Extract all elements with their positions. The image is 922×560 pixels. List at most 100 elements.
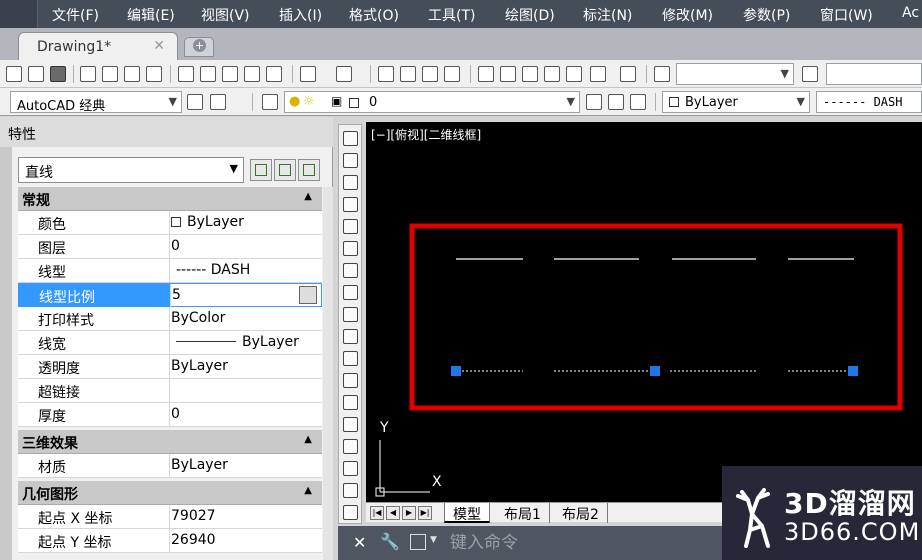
linetype-combo[interactable]: ------ DASH [816, 91, 922, 113]
ellipse-icon[interactable] [343, 329, 358, 344]
open-folder-icon[interactable] [28, 66, 44, 82]
section-general[interactable]: 常规 ▲ [18, 187, 322, 211]
chevron-down-icon[interactable]: ▼ [430, 535, 437, 545]
new-file-icon[interactable] [6, 66, 22, 82]
gear-icon[interactable] [187, 94, 203, 110]
sheet-set-icon[interactable] [544, 66, 560, 82]
properties-icon[interactable] [478, 66, 494, 82]
section-3d-effects[interactable]: 三维效果 ▲ [18, 430, 322, 454]
menu-tools[interactable]: 工具(T) [428, 5, 475, 25]
property-row-transparency[interactable]: 透明度 ByLayer [18, 355, 322, 379]
calculator-icon[interactable] [299, 286, 317, 304]
region-icon[interactable] [343, 483, 358, 498]
property-row-thickness[interactable]: 厚度 0 [18, 403, 322, 427]
command-input[interactable] [450, 531, 710, 555]
quick-select-button[interactable] [298, 159, 320, 181]
object-type-combo[interactable]: 直线 ▼ [18, 157, 244, 183]
help-icon[interactable] [620, 66, 636, 82]
ellipse-arc-icon[interactable] [343, 351, 358, 366]
menu-file[interactable]: 文件(F) [52, 5, 99, 25]
make-block-icon[interactable] [343, 395, 358, 410]
property-row-linetype-scale[interactable]: 线型比例 5 [18, 283, 322, 307]
circle-icon[interactable] [343, 263, 358, 278]
design-center-icon[interactable] [500, 66, 516, 82]
cut-icon[interactable] [178, 66, 194, 82]
text-style-icon[interactable] [654, 66, 670, 82]
next-tab-icon[interactable]: ▶ [402, 506, 416, 520]
property-row-start-x[interactable]: 起点 X 坐标 79027 [18, 505, 322, 529]
menu-dimension[interactable]: 标注(N) [583, 5, 632, 25]
text-style-combo[interactable]: ▼ [676, 63, 794, 85]
redo-icon[interactable] [336, 66, 352, 82]
zoom-previous-icon[interactable] [444, 66, 460, 82]
gradient-icon[interactable] [343, 461, 358, 476]
match-properties-icon[interactable] [266, 66, 282, 82]
menu-format[interactable]: 格式(O) [349, 5, 399, 25]
save-icon[interactable] [50, 66, 66, 82]
palette-scrollbar[interactable] [323, 187, 333, 560]
print-preview-icon[interactable] [102, 66, 118, 82]
layer-manager-icon[interactable] [262, 94, 278, 110]
point-icon[interactable] [343, 417, 358, 432]
revision-cloud-icon[interactable] [343, 285, 358, 300]
paste-special-icon[interactable] [244, 66, 260, 82]
select-objects-button[interactable] [274, 159, 296, 181]
dim-style-combo[interactable] [826, 63, 922, 85]
property-row-plot-style[interactable]: 打印样式 ByColor [18, 307, 322, 331]
wrench-icon[interactable]: 🔧 [380, 532, 400, 551]
hatch-icon[interactable] [343, 439, 358, 454]
menu-edit[interactable]: 编辑(E) [127, 5, 175, 25]
pan-icon[interactable] [378, 66, 394, 82]
close-icon[interactable]: ✕ [353, 533, 366, 552]
prev-tab-icon[interactable]: ◀ [386, 506, 400, 520]
menu-insert[interactable]: 插入(I) [279, 5, 322, 25]
make-current-layer-icon[interactable] [586, 94, 602, 110]
toggle-pickadd-button[interactable] [250, 159, 272, 181]
table-icon[interactable] [343, 505, 358, 520]
palette-titlebar[interactable]: 特性 [0, 117, 333, 147]
first-tab-icon[interactable]: |◀ [370, 506, 384, 520]
paste-icon[interactable] [222, 66, 238, 82]
menu-window[interactable]: 窗口(W) [820, 5, 873, 25]
property-row-lineweight[interactable]: 线宽 ByLayer [18, 331, 322, 355]
property-row-material[interactable]: 材质 ByLayer [18, 454, 322, 478]
polyline-icon[interactable] [343, 175, 358, 190]
tab-drawing1[interactable]: Drawing1* ✕ [18, 32, 178, 60]
palette-side-strip[interactable] [0, 147, 12, 560]
layer-previous-icon[interactable] [608, 94, 624, 110]
polygon-icon[interactable] [343, 197, 358, 212]
property-value[interactable]: 5 [172, 287, 181, 303]
insert-block-icon[interactable] [343, 373, 358, 388]
menu-modify[interactable]: 修改(M) [662, 5, 713, 25]
rectangle-icon[interactable] [343, 219, 358, 234]
plot-icon[interactable] [124, 66, 140, 82]
calculator-icon[interactable] [590, 66, 606, 82]
property-row-color[interactable]: 颜色 ByLayer [18, 211, 322, 235]
workspace-combo[interactable]: AutoCAD 经典 ▼ [10, 91, 182, 114]
zoom-realtime-icon[interactable] [400, 66, 416, 82]
zoom-window-icon[interactable] [422, 66, 438, 82]
arc-icon[interactable] [343, 241, 358, 256]
last-tab-icon[interactable]: ▶| [418, 506, 432, 520]
print-icon[interactable] [80, 66, 96, 82]
publish-icon[interactable] [146, 66, 162, 82]
new-tab-button[interactable]: + [184, 37, 214, 57]
property-row-layer[interactable]: 图层 0 [18, 235, 322, 259]
markup-icon[interactable] [566, 66, 582, 82]
tool-palettes-icon[interactable] [522, 66, 538, 82]
tab-model[interactable]: 模型 [444, 503, 490, 523]
menu-view[interactable]: 视图(V) [201, 5, 250, 25]
tab-layout2[interactable]: 布局2 [554, 503, 608, 523]
workspace-settings-icon[interactable] [210, 94, 226, 110]
dim-style-icon[interactable] [802, 66, 818, 82]
menu-draw[interactable]: 绘图(D) [505, 5, 555, 25]
layer-combo[interactable]: ● ☼ ▣ 0 ▼ [284, 91, 580, 113]
app-logo[interactable] [0, 0, 38, 28]
property-row-hyperlink[interactable]: 超链接 [18, 379, 322, 403]
drawing-canvas[interactable]: [−][俯视][二维线框] Y X [366, 122, 922, 502]
spline-icon[interactable] [343, 307, 358, 322]
copy-icon[interactable] [200, 66, 216, 82]
property-row-start-y[interactable]: 起点 Y 坐标 26940 [18, 529, 322, 553]
property-row-linetype[interactable]: 线型 ------ DASH [18, 259, 322, 283]
section-geometry[interactable]: 几何图形 ▲ [18, 481, 322, 505]
